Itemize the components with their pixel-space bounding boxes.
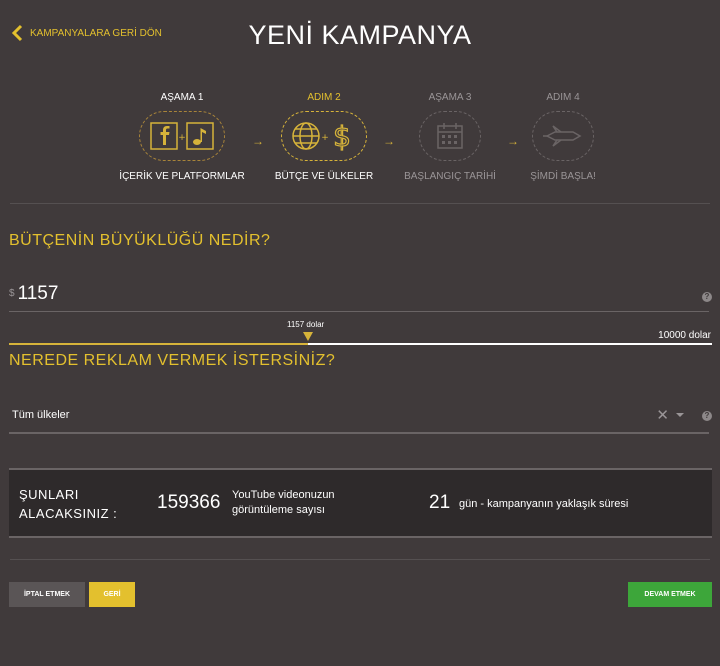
views-description: YouTube videonuzun görüntüleme sayısı: [232, 488, 335, 518]
step-4-icon-circle: [532, 111, 594, 161]
step-3-icon-circle: [419, 111, 481, 161]
days-count: 21: [429, 492, 451, 513]
svg-text:+: +: [321, 133, 329, 143]
step-2-label: ADIM 2: [307, 92, 341, 103]
budget-question: BÜTÇENİN BÜYÜKLÜĞÜ NEDİR?: [9, 232, 271, 249]
budget-input[interactable]: $ 1157: [9, 283, 709, 312]
rocket-icon: [543, 125, 582, 147]
divider: [10, 203, 710, 204]
countries-help-icon[interactable]: ?: [702, 411, 712, 421]
step-start-now[interactable]: ADIM 4 ŞİMDİ BAŞLA!: [493, 92, 633, 182]
wizard-steps: AŞAMA 1 + İÇERİK VE PLATFORMLAR → ADIM 2: [0, 92, 720, 192]
views-count: 159366: [157, 492, 221, 513]
step-1-label: AŞAMA 1: [160, 92, 204, 103]
views-desc-line2: görüntüleme sayısı: [232, 504, 325, 516]
views-desc-line1: YouTube videonuzun: [232, 489, 335, 501]
budget-slider[interactable]: [9, 332, 712, 345]
step-2-name: BÜTÇE VE ÜLKELER: [274, 171, 374, 182]
budget-help-icon[interactable]: ?: [702, 292, 712, 302]
country-select[interactable]: Tüm ülkeler ✕: [9, 404, 709, 434]
step-4-name: ŞİMDİ BAŞLA!: [530, 171, 596, 182]
globe-icon: [292, 122, 320, 150]
summary-label: ŞUNLARI ALACAKSINIZ :: [19, 485, 117, 523]
budget-value: 1157: [17, 283, 59, 304]
page-title: YENİ KAMPANYA: [248, 20, 472, 50]
clear-icon[interactable]: ✕: [656, 406, 669, 424]
svg-text:+: +: [178, 133, 186, 143]
chevron-down-icon[interactable]: [676, 413, 684, 417]
back-button[interactable]: GERİ: [89, 582, 135, 607]
step-budget-countries[interactable]: ADIM 2 + $ BÜTÇE VE ÜLKELER: [254, 92, 394, 182]
slider-fill: [9, 343, 308, 345]
step-1-icon-circle: +: [139, 111, 225, 161]
step-content-platforms[interactable]: AŞAMA 1 + İÇERİK VE PLATFORMLAR: [112, 92, 252, 182]
step-2-icon-circle: + $: [281, 111, 367, 161]
facebook-icon: [150, 122, 178, 150]
country-selected-value: Tüm ülkeler: [12, 409, 70, 421]
music-note-icon: [186, 122, 214, 150]
calendar-icon: [437, 123, 463, 149]
summary-panel: ŞUNLARI ALACAKSINIZ : 159366 YouTube vid…: [9, 468, 712, 538]
summary-label-line2: ALACAKSINIZ :: [19, 506, 118, 521]
divider: [10, 559, 710, 560]
currency-symbol: $: [9, 288, 15, 299]
cancel-button[interactable]: İPTAL ETMEK: [9, 582, 85, 607]
slider-max-label: 10000 dolar: [658, 330, 711, 341]
days-description: gün - kampanyanın yaklaşık süresi: [459, 498, 629, 510]
svg-text:$: $: [333, 120, 351, 152]
summary-label-line1: ŞUNLARI: [19, 487, 79, 502]
dollar-icon: $: [332, 120, 351, 152]
next-button[interactable]: DEVAM ETMEK: [628, 582, 712, 607]
slider-thumb[interactable]: [303, 332, 313, 341]
countries-question: NEREDE REKLAM VERMEK İSTERSİNİZ?: [9, 352, 336, 369]
step-4-label: ADIM 4: [546, 92, 580, 103]
slider-tooltip: 1157 dolar: [287, 320, 325, 329]
step-1-name: İÇERİK VE PLATFORMLAR: [119, 171, 245, 182]
